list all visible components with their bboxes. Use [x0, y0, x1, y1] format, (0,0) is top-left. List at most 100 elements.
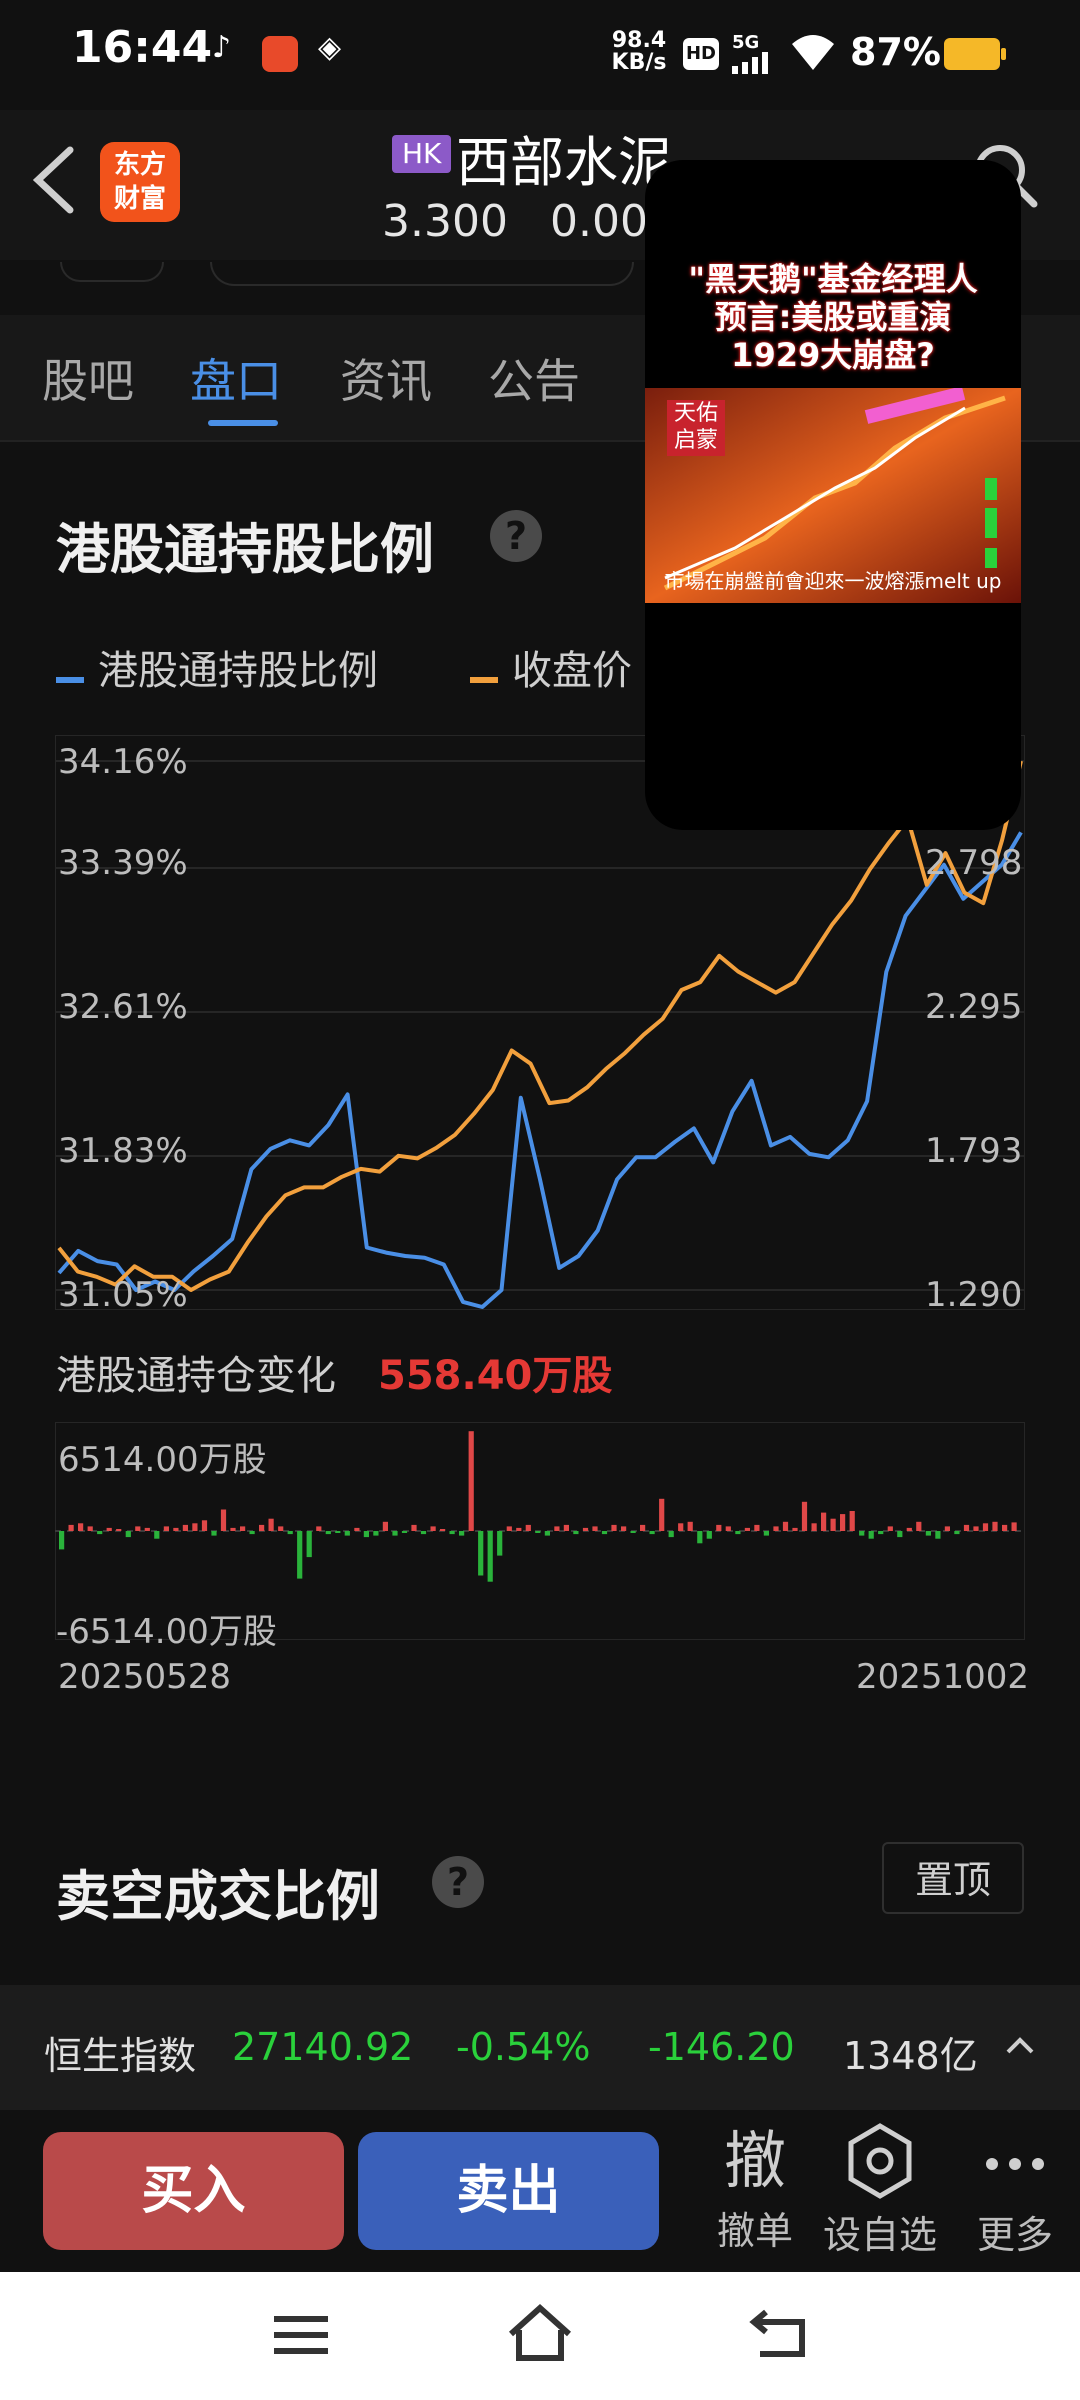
left-tick-3: 31.83%	[58, 1131, 188, 1171]
holding-change-bar-62	[649, 1531, 655, 1535]
add-watchlist-label: 设自选	[822, 2213, 937, 2257]
holding-change-bar-61	[640, 1524, 646, 1531]
more-button[interactable]: 更多	[960, 2122, 1070, 2262]
stock-price: 3.300	[382, 196, 508, 247]
holding-change-bar-53	[563, 1524, 569, 1531]
holding-change-bar-99	[1002, 1524, 1008, 1531]
legend-label-holding: 港股通持股比例	[98, 648, 378, 694]
stock-name: 西部水泥	[456, 131, 672, 194]
logo-line1: 东方	[113, 150, 166, 180]
app-logo[interactable]: 东方 财富	[100, 142, 180, 222]
holding-change-bar-37	[411, 1524, 417, 1531]
tab-guba[interactable]: 股吧	[42, 345, 134, 411]
holding-change-bar-52	[554, 1526, 560, 1531]
back-nav-icon[interactable]	[748, 2302, 812, 2362]
holding-change-bar-59	[621, 1526, 627, 1531]
holding-change-bar-95	[963, 1524, 970, 1531]
index-pct: -0.54%	[456, 2025, 591, 2069]
holding-change-bar-89	[906, 1527, 912, 1531]
right-tick-3: 1.290	[925, 1275, 1023, 1315]
menu-icon[interactable]	[272, 2310, 332, 2360]
holding-change-bar-79	[811, 1523, 817, 1531]
holding-change-bar-27	[316, 1526, 322, 1531]
holding-change-bar-69	[716, 1524, 722, 1531]
index-change: -146.20	[648, 2025, 795, 2069]
floating-video-overlay[interactable]: "黑天鹅"基金经理人 预言:美股或重演 1929大崩盘? 天佑 启蒙 市場在崩盤…	[645, 160, 1021, 830]
holding-change-bar-81	[830, 1518, 836, 1531]
holding-change-bar-86	[878, 1531, 884, 1535]
holding-change-bar-19	[240, 1526, 246, 1531]
holding-change-bar-5	[106, 1527, 112, 1531]
index-name: 恒生指数	[44, 2034, 197, 2078]
holding-change-bar-85	[868, 1531, 874, 1539]
holding-change-bar-50	[535, 1531, 541, 1533]
expand-chevron-icon[interactable]	[1000, 2030, 1040, 2060]
holding-change-bar-77	[792, 1527, 798, 1531]
holding-change-bar-8	[135, 1526, 141, 1531]
legend-item-close[interactable]: 收盘价	[470, 638, 632, 696]
holding-change-bar-93	[944, 1526, 950, 1531]
holding-change-bar-60	[630, 1531, 636, 1533]
holding-change-bar-30	[344, 1531, 350, 1536]
holding-change-bar-66	[687, 1521, 693, 1531]
holding-change-bar-51	[544, 1531, 550, 1536]
buy-button[interactable]: 买入	[43, 2132, 344, 2250]
holding-change-bar-3	[87, 1526, 93, 1531]
holding-change-bar-21	[259, 1524, 265, 1531]
holding-change-bar-72	[744, 1527, 750, 1531]
holding-change-bar-18	[230, 1527, 236, 1531]
right-tick-0: 2.798	[925, 843, 1023, 883]
right-tick-1: 2.295	[925, 987, 1023, 1027]
holding-change-bar-71	[735, 1531, 741, 1535]
holding-change-bar-92	[935, 1531, 941, 1539]
holding-change-bar-35	[392, 1531, 398, 1536]
date-end: 20251002	[856, 1657, 1030, 1697]
holding-ratio-series-line	[57, 831, 1023, 1309]
pin-top-button[interactable]: 置顶	[882, 1842, 1024, 1914]
holding-change-bar-46	[497, 1531, 503, 1556]
holding-change-bar-20	[249, 1531, 255, 1535]
layers-icon: ◈	[318, 30, 342, 65]
add-watchlist-button[interactable]: 设自选	[815, 2122, 945, 2262]
right-tick-2: 1.793	[925, 1131, 1023, 1171]
legend-swatch-holding	[56, 676, 84, 683]
overlay-title-line3: 1929大崩盘?	[731, 336, 935, 374]
holding-change-value: 558.40万股	[378, 1353, 613, 1399]
logo-line2: 财富	[113, 184, 166, 214]
back-button[interactable]	[20, 130, 90, 230]
tab-pankou[interactable]: 盘口	[190, 345, 282, 411]
tab-zixun[interactable]: 资讯	[340, 345, 432, 411]
battery-percent: 87%	[850, 30, 941, 74]
left-tick-2: 32.61%	[58, 987, 188, 1027]
holding-change-bar-97	[982, 1523, 989, 1531]
legend-swatch-close	[470, 676, 498, 683]
tab-active-indicator	[208, 420, 278, 426]
cancel-order-label: 撤单	[716, 2209, 793, 2253]
holding-change-bar-96	[973, 1526, 979, 1531]
tab-gonggao[interactable]: 公告	[488, 345, 580, 411]
holding-change-bar-55	[582, 1527, 589, 1531]
sell-button[interactable]: 卖出	[358, 2132, 659, 2250]
holding-change-bar-2	[78, 1523, 84, 1531]
holding-change-bar-6	[116, 1529, 122, 1531]
legend-item-holding[interactable]: 港股通持股比例	[56, 638, 378, 696]
holding-change-bar-29	[335, 1531, 341, 1533]
help-icon[interactable]: ?	[490, 510, 542, 562]
holding-change-bar-17	[220, 1509, 227, 1531]
holding-change-bar-84	[859, 1531, 865, 1536]
holding-change-bar-54	[573, 1531, 579, 1535]
short-section-title: 卖空成交比例	[56, 1865, 380, 1928]
holding-change-bar-40	[440, 1529, 446, 1531]
short-help-icon[interactable]: ?	[432, 1856, 484, 1908]
battery-icon	[944, 38, 1006, 70]
holding-change-bar-34	[382, 1521, 388, 1531]
holding-change-bar-68	[706, 1531, 712, 1539]
holding-change-bar-90	[916, 1521, 922, 1531]
holding-change-bar-44	[478, 1531, 484, 1576]
holding-change-bar-33	[373, 1531, 379, 1536]
cancel-order-button[interactable]: 撤 撤单	[705, 2122, 805, 2262]
holding-change-bar-42	[459, 1531, 465, 1536]
home-icon[interactable]	[505, 2300, 575, 2364]
holding-change-bar-23	[278, 1526, 284, 1531]
left-tick-0: 34.16%	[58, 742, 188, 782]
